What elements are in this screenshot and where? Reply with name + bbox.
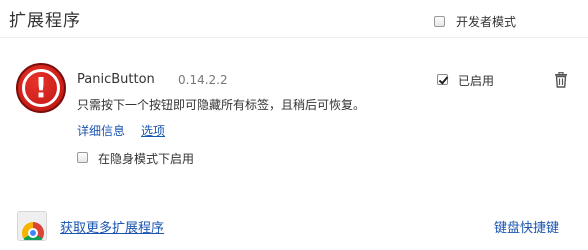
get-more-extensions-link[interactable]: 获取更多扩展程序	[60, 217, 164, 236]
incognito-label[interactable]: 在隐身模式下启用	[98, 150, 194, 167]
enabled-label[interactable]: 已启用	[458, 72, 494, 89]
chrome-web-store-icon	[17, 211, 47, 241]
developer-mode-label[interactable]: 开发者模式	[456, 13, 516, 30]
options-link[interactable]: 选项	[141, 122, 165, 139]
extension-version: 0.14.2.2	[178, 73, 228, 87]
page-title: 扩展程序	[9, 11, 81, 31]
trash-icon[interactable]	[554, 72, 568, 88]
exclamation-glyph: !	[34, 71, 48, 104]
chrome-logo	[22, 222, 44, 240]
header-divider	[0, 37, 588, 38]
keyboard-shortcuts-link[interactable]: 键盘快捷键	[494, 217, 559, 236]
details-link[interactable]: 详细信息	[77, 122, 125, 139]
incognito-checkbox[interactable]	[77, 152, 88, 163]
panic-button-exclamation-icon: !	[16, 63, 66, 113]
extension-description: 只需按下一个按钮即可隐藏所有标签，且稍后可恢复。	[77, 98, 366, 112]
developer-mode-checkbox[interactable]	[434, 16, 445, 27]
enabled-checkbox[interactable]	[437, 74, 448, 85]
extension-name: PanicButton	[77, 72, 155, 87]
